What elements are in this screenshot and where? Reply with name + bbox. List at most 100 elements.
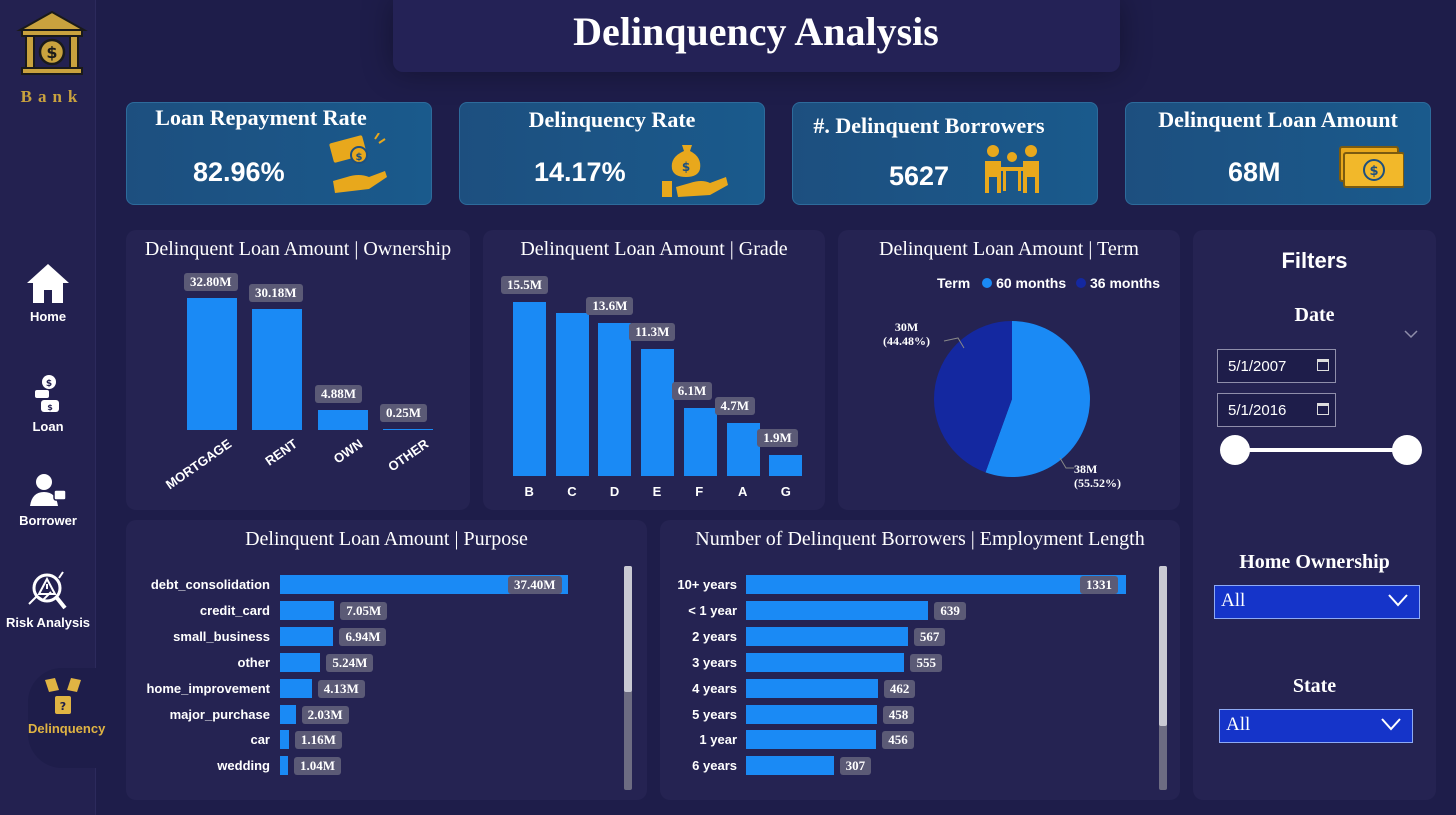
bar bbox=[641, 349, 675, 476]
pie-value-60: 38M bbox=[1074, 462, 1098, 476]
date-slider-track bbox=[1235, 448, 1407, 452]
bar bbox=[187, 298, 237, 430]
data-label: 15.5M bbox=[501, 276, 549, 294]
bar bbox=[280, 600, 335, 620]
calendar-icon[interactable] bbox=[1317, 403, 1329, 415]
state-title: State bbox=[1292, 675, 1337, 697]
y-axis-label: car bbox=[250, 732, 270, 748]
chevron-down-icon bbox=[1381, 718, 1401, 731]
pie-value-36: 30M bbox=[894, 320, 919, 334]
term-chart-panel: Delinquent Loan Amount | Term Term 60 mo… bbox=[838, 230, 1180, 510]
date-slider-start-handle[interactable] bbox=[1220, 435, 1250, 465]
y-axis-label: credit_card bbox=[199, 602, 270, 618]
term-pie-chart bbox=[934, 321, 1090, 477]
state-select[interactable]: All bbox=[1219, 709, 1413, 743]
grade-chart-panel: Delinquent Loan Amount | Grade 15.5M B C 13… bbox=[483, 230, 825, 510]
data-label: 458 bbox=[882, 705, 915, 724]
data-label: 7.05M bbox=[340, 601, 388, 620]
bar bbox=[683, 407, 717, 476]
bar bbox=[280, 756, 288, 776]
data-label: 37.40M bbox=[508, 576, 562, 594]
date-slider-end-handle[interactable] bbox=[1392, 435, 1422, 465]
kpi-delinquency-rate: Delinquency Rate 14.17% $ bbox=[459, 102, 765, 205]
purpose-chart-panel: Delinquent Loan Amount | Purpose debt_co… bbox=[126, 520, 647, 800]
home-ownership-select[interactable]: All bbox=[1214, 585, 1420, 619]
money-bag-hand-icon: $ bbox=[662, 145, 728, 197]
x-axis-label: G bbox=[780, 484, 791, 499]
svg-text:$: $ bbox=[356, 152, 363, 163]
ownership-chart-panel: Delinquent Loan Amount | Ownership 32.80… bbox=[126, 230, 470, 510]
data-label: 4.7M bbox=[714, 397, 756, 416]
loan-icon: $ $ bbox=[35, 375, 59, 412]
scrollbar-thumb[interactable] bbox=[1159, 566, 1167, 726]
data-label: 5.24M bbox=[326, 653, 374, 672]
data-label: 4.13M bbox=[317, 679, 365, 698]
bar bbox=[746, 756, 834, 776]
bar bbox=[746, 704, 877, 724]
pie-pct-36: (44.48%) bbox=[883, 334, 930, 348]
chart-title: Number of Delinquent Borrowers | Employm… bbox=[695, 528, 1145, 550]
chart-title: Delinquent Loan Amount | Ownership bbox=[144, 238, 452, 260]
pie-label-36: 30M (44.48%) bbox=[883, 320, 930, 348]
y-axis-label: major_purchase bbox=[169, 706, 270, 722]
data-label: 6.94M bbox=[339, 627, 387, 646]
y-axis-label: 1 year bbox=[699, 732, 737, 748]
svg-text:?: ? bbox=[60, 700, 66, 713]
data-label: 462 bbox=[883, 679, 916, 698]
nav-label-loan: Loan bbox=[32, 419, 64, 434]
nav-delinquency[interactable]: ? Delinquency bbox=[28, 668, 105, 768]
nav-loan[interactable]: $ $ Loan bbox=[0, 372, 96, 434]
nav-label-home: Home bbox=[29, 309, 67, 324]
kpi-title: Loan Repayment Rate bbox=[155, 105, 367, 130]
bar bbox=[769, 454, 803, 476]
bar bbox=[555, 313, 589, 476]
data-label: 11.3M bbox=[629, 323, 676, 342]
nav-home[interactable]: Home bbox=[0, 262, 96, 324]
chevron-down-icon[interactable] bbox=[1404, 329, 1418, 339]
y-axis-label: 6 years bbox=[692, 758, 737, 774]
x-axis-label: OTHER bbox=[384, 436, 431, 475]
bar bbox=[280, 678, 312, 698]
x-axis-label: B bbox=[524, 484, 534, 499]
bar bbox=[280, 652, 321, 672]
kpi-value: 14.17% bbox=[534, 157, 626, 187]
bar bbox=[513, 302, 546, 476]
pie-pct-60: (55.52%) bbox=[1074, 476, 1121, 490]
x-axis-label: OWN bbox=[330, 436, 366, 467]
nav-risk-analysis[interactable]: Risk Analysis bbox=[0, 570, 96, 630]
date-filter-title: Date bbox=[1294, 304, 1335, 326]
bar bbox=[746, 626, 908, 646]
svg-text:$: $ bbox=[1369, 164, 1378, 179]
bar bbox=[746, 678, 878, 698]
kpi-title: Delinquency Rate bbox=[528, 107, 696, 132]
calendar-icon[interactable] bbox=[1317, 359, 1329, 371]
y-axis-label: home_improvement bbox=[146, 680, 270, 696]
home-icon bbox=[27, 264, 69, 303]
data-label: 1331 bbox=[1080, 576, 1118, 594]
nav-label-borrower: Borrower bbox=[19, 513, 77, 528]
kpi-value: 82.96% bbox=[193, 157, 285, 187]
svg-text:$: $ bbox=[47, 403, 53, 412]
date-start-input[interactable]: 5/1/2007 bbox=[1217, 349, 1336, 383]
state-value: All bbox=[1226, 714, 1251, 735]
kpi-title: #. Delinquent Borrowers bbox=[813, 113, 1045, 138]
date-end-input[interactable]: 5/1/2016 bbox=[1217, 393, 1336, 427]
date-end-value: 5/1/2016 bbox=[1228, 402, 1287, 419]
borrowers-table-icon bbox=[985, 145, 1039, 193]
logo-text: Bank bbox=[20, 87, 84, 106]
bar bbox=[318, 410, 368, 430]
data-label: 1.9M bbox=[757, 428, 798, 447]
sidebar: $ Bank Home $ $ Loan Borrower Risk Analy… bbox=[0, 0, 105, 815]
scrollbar-thumb[interactable] bbox=[624, 566, 632, 692]
y-axis-label: wedding bbox=[217, 758, 270, 774]
y-axis-label: 2 years bbox=[692, 628, 737, 644]
x-axis-label: F bbox=[695, 484, 704, 499]
x-axis-label: RENT bbox=[262, 436, 300, 469]
y-axis-label: 10+ years bbox=[677, 577, 737, 592]
data-label: 13.6M bbox=[586, 297, 634, 316]
bar bbox=[746, 652, 905, 672]
filters-panel: Filters Date 5/1/2007 5/1/2016 Home Owne… bbox=[1193, 230, 1436, 800]
nav-label-risk-analysis: Risk Analysis bbox=[5, 615, 91, 630]
data-label: 639 bbox=[934, 601, 966, 620]
nav-borrower[interactable]: Borrower bbox=[0, 472, 96, 528]
